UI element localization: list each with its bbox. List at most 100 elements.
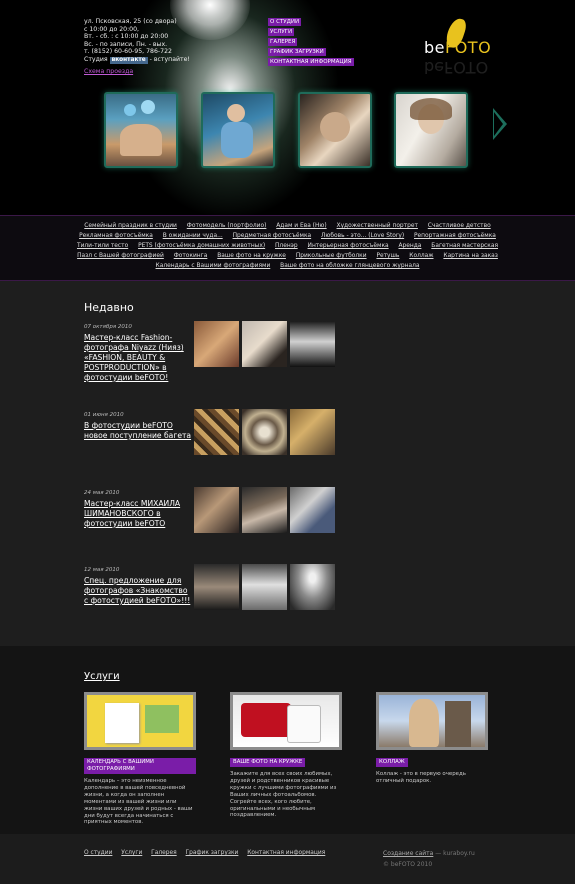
category-link[interactable]: Ретушь xyxy=(376,253,399,259)
category-row-4: Пазл с Вашей фотографией Фотокинга Ваше … xyxy=(0,253,575,259)
news-photo[interactable] xyxy=(242,409,287,455)
service-image-collage[interactable] xyxy=(376,692,488,750)
slider-thumb-woman[interactable] xyxy=(394,92,468,168)
service-label-link[interactable]: КОЛЛАЖ xyxy=(376,758,408,767)
studio-suffix: - вступайте! xyxy=(149,55,190,63)
category-link[interactable]: Ваше фото на обложке глянцевого журнала xyxy=(280,263,419,269)
nav-gallery[interactable]: ГАЛЕРЕЯ xyxy=(268,38,298,46)
nav-contacts[interactable]: КОНТАКТНАЯ ИНФОРМАЦИЯ xyxy=(268,58,354,66)
category-link[interactable]: Фотокинга xyxy=(174,253,208,259)
hours-line-3: Вс. - по записи, Пн. - вых. xyxy=(84,40,168,48)
category-row-3: Тили-тили тесто PETS (фотосъёмка домашни… xyxy=(0,243,575,249)
phone: т. (8152) 60-60-95, 786-722 xyxy=(84,48,172,56)
footer: О студии Услуги Галерея График загрузки … xyxy=(0,834,575,884)
news-title-link[interactable]: Мастер-класс Fashion-фотографа Niyazz (Н… xyxy=(84,333,192,383)
service-description: Коллаж - это в первую очередь отличный п… xyxy=(376,771,466,784)
category-link[interactable]: Фотомодель (портфолио) xyxy=(187,223,267,229)
footer-link-gallery[interactable]: Галерея xyxy=(151,850,177,856)
service-label-link[interactable]: КАЛЕНДАРЬ С ВАШИМИ ФОТОГРАФИЯМИ xyxy=(84,758,196,774)
credit-suffix: — kuraboy.ru xyxy=(433,850,475,857)
service-label-link[interactable]: ВАШЕ ФОТО НА КРУЖКЕ xyxy=(230,758,306,767)
nav-schedule[interactable]: ГРАФИК ЗАГРУЗКИ xyxy=(268,48,326,56)
news-title-link[interactable]: Мастер-класс МИХАИЛА ШИМАНОВСКОГО в фото… xyxy=(84,499,192,529)
service-image-mug[interactable] xyxy=(230,692,342,750)
logo-reflection: beFOTO xyxy=(424,58,489,77)
category-link[interactable]: Интерьерная фотосъёмка xyxy=(308,243,389,249)
recent-title: Недавно xyxy=(84,301,134,314)
footer-link-contacts[interactable]: Контактная информация xyxy=(247,850,325,856)
news-photo[interactable] xyxy=(194,409,239,455)
category-link[interactable]: Пазл с Вашей фотографией xyxy=(77,253,164,259)
slider-thumb-portrait[interactable] xyxy=(298,92,372,168)
news-photo[interactable] xyxy=(194,487,239,533)
service-card: ВАШЕ ФОТО НА КРУЖКЕ Закажите для всех св… xyxy=(230,692,342,819)
category-link[interactable]: Календарь с Вашими фотографиями xyxy=(156,263,271,269)
news-photo[interactable] xyxy=(290,321,335,367)
category-link[interactable]: Семейный праздник в студии xyxy=(84,223,177,229)
news-photo[interactable] xyxy=(290,409,335,455)
top-nav: О СТУДИИ УСЛУГИ ГАЛЕРЕЯ ГРАФИК ЗАГРУЗКИ … xyxy=(268,18,354,68)
category-link[interactable]: Ваше фото на кружке xyxy=(217,253,286,259)
category-link[interactable]: В ожидании чуда... xyxy=(163,233,223,239)
copyright: © beFOTO 2010 xyxy=(383,861,433,868)
news-photo[interactable] xyxy=(290,564,335,610)
category-link[interactable]: Предметная фотосъёмка xyxy=(233,233,312,239)
credit-link[interactable]: Создание сайта xyxy=(383,850,433,857)
logo-text: beFOTO xyxy=(424,38,492,57)
news-photo[interactable] xyxy=(290,487,335,533)
service-description: Закажите для всех своих любимых, друзей … xyxy=(230,771,337,819)
logo[interactable]: beFOTO beFOTO xyxy=(420,16,515,78)
category-link[interactable]: Рекламная фотосъёмка xyxy=(79,233,153,239)
category-link[interactable]: Багетная мастерская xyxy=(431,243,498,249)
nav-about[interactable]: О СТУДИИ xyxy=(268,18,302,26)
slider-next-arrow-icon[interactable] xyxy=(493,108,507,140)
services-title[interactable]: Услуги xyxy=(84,671,120,682)
footer-link-services[interactable]: Услуги xyxy=(121,850,142,856)
category-link[interactable]: Прикольные футболки xyxy=(296,253,367,259)
news-photo[interactable] xyxy=(194,564,239,610)
credits: Создание сайта — kuraboy.ru © beFOTO 201… xyxy=(383,848,475,870)
address: ул. Псковская, 25 (со двора) xyxy=(84,18,177,25)
slider-thumb-girl[interactable] xyxy=(201,92,275,168)
nav-services[interactable]: УСЛУГИ xyxy=(268,28,295,36)
news-photo[interactable] xyxy=(242,321,287,367)
category-link[interactable]: Коллаж xyxy=(409,253,433,259)
contacts-block: ул. Псковская, 25 (со двора) с 10:00 до … xyxy=(84,18,204,76)
news-title-link[interactable]: В фотостудии beFOTO новое поступление ба… xyxy=(84,421,192,441)
footer-link-schedule[interactable]: График загрузки xyxy=(186,850,239,856)
category-row-1: Семейный праздник в студии Фотомодель (п… xyxy=(0,223,575,229)
category-link[interactable]: Репортажная фотосъёмка xyxy=(414,233,496,239)
vk-link[interactable]: вконтакте xyxy=(109,56,148,64)
slider-thumb-family[interactable] xyxy=(104,92,178,168)
footer-nav: О студии Услуги Галерея График загрузки … xyxy=(84,850,332,856)
news-item: 24 мая 2010 Мастер-класс МИХАИЛА ШИМАНОВ… xyxy=(84,487,504,550)
category-link[interactable]: Адам и Ева (Ню) xyxy=(276,223,326,229)
category-link[interactable]: PETS (фотосъёмка домашних животных) xyxy=(138,243,265,249)
studio-prefix: Студия xyxy=(84,55,108,63)
services-section: Услуги КАЛЕНДАРЬ С ВАШИМИ ФОТОГРАФИЯМИ К… xyxy=(0,646,575,834)
category-link[interactable]: Художественный портрет xyxy=(337,223,418,229)
news-item: 01 июня 2010 В фотостудии beFOTO новое п… xyxy=(84,409,504,472)
news-photo[interactable] xyxy=(194,321,239,367)
service-description: Календарь – это неизменное дополнение в … xyxy=(84,778,193,826)
category-link[interactable]: Счастливое детство xyxy=(428,223,491,229)
category-row-2: Рекламная фотосъёмка В ожидании чуда... … xyxy=(0,233,575,239)
footer-link-about[interactable]: О студии xyxy=(84,850,112,856)
category-link[interactable]: Картина на заказ xyxy=(443,253,498,259)
category-link[interactable]: Любовь - это... (Love Story) xyxy=(321,233,404,239)
category-links: Семейный праздник в студии Фотомодель (п… xyxy=(0,215,575,281)
category-link[interactable]: Аренда xyxy=(398,243,421,249)
hours-line-2: Вт. - сб. : с 10:00 до 20:00 xyxy=(84,33,169,41)
scheme-link[interactable]: Схема проезда xyxy=(84,68,204,76)
header: ул. Псковская, 25 (со двора) с 10:00 до … xyxy=(0,0,575,215)
category-link[interactable]: Тили-тили тесто xyxy=(77,243,128,249)
news-photo[interactable] xyxy=(242,487,287,533)
news-item: 12 мая 2010 Спец. предложение для фотогр… xyxy=(84,564,504,627)
service-card: КОЛЛАЖ Коллаж - это в первую очередь отл… xyxy=(376,692,488,785)
news-photo[interactable] xyxy=(242,564,287,610)
service-image-calendar[interactable] xyxy=(84,692,196,750)
category-link[interactable]: Пленэр xyxy=(275,243,298,249)
service-card: КАЛЕНДАРЬ С ВАШИМИ ФОТОГРАФИЯМИ Календар… xyxy=(84,692,196,826)
news-title-link[interactable]: Спец. предложение для фотографов «Знаком… xyxy=(84,576,192,606)
vk-line: Студия вконтакте - вступайте! xyxy=(84,56,204,64)
